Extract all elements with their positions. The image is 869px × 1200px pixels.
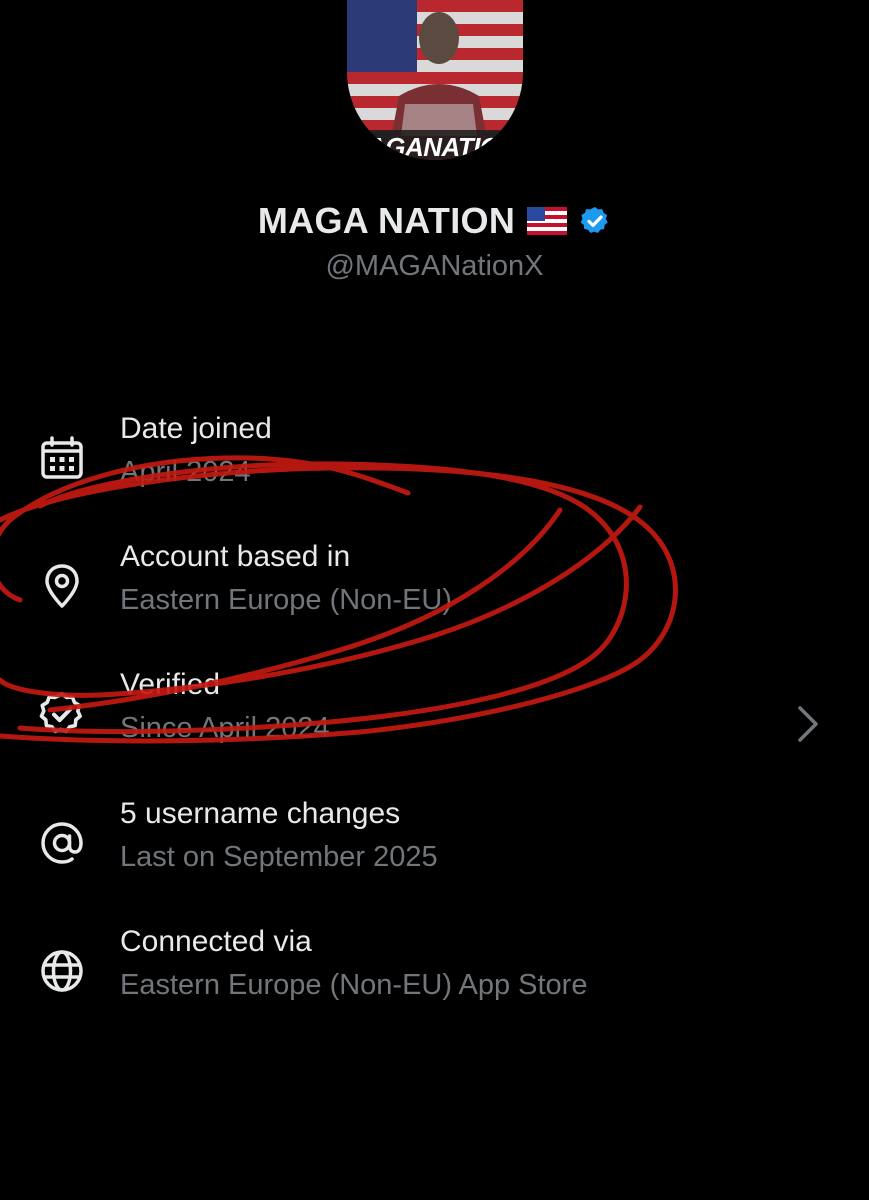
info-title: Account based in	[120, 540, 351, 573]
verified-badge-icon	[38, 690, 86, 738]
avatar-text: AGANATIC	[367, 132, 499, 160]
info-row-username-changes: 5 username changes Last on September 202…	[0, 797, 869, 897]
profile-name-row: MAGA NATION	[0, 200, 869, 242]
profile-handle: @MAGANationX	[325, 250, 544, 282]
info-subtitle: April 2024	[120, 456, 251, 488]
info-row-verified[interactable]: Verified Since April 2024	[0, 668, 869, 768]
at-sign-icon	[38, 819, 86, 867]
chevron-right-icon[interactable]	[792, 702, 824, 746]
info-subtitle: Last on September 2025	[120, 841, 438, 873]
info-subtitle: Since April 2024	[120, 712, 330, 744]
globe-icon	[38, 947, 86, 995]
verified-check-icon[interactable]	[579, 205, 611, 237]
location-pin-icon	[38, 562, 86, 610]
profile-avatar[interactable]: AGANATIC	[347, 0, 523, 160]
us-flag-icon	[527, 207, 568, 235]
info-subtitle: Eastern Europe (Non-EU)	[120, 584, 453, 616]
info-title: Date joined	[120, 412, 272, 445]
info-row-date-joined: Date joined April 2024	[0, 412, 869, 512]
display-name: MAGA NATION	[257, 200, 516, 241]
info-row-connected-via: Connected via Eastern Europe (Non-EU) Ap…	[0, 925, 869, 1025]
info-row-account-based-in: Account based in Eastern Europe (Non-EU)	[0, 540, 869, 640]
info-title: Verified	[120, 668, 221, 701]
info-title: Connected via	[120, 925, 312, 958]
calendar-icon	[38, 434, 86, 482]
info-subtitle: Eastern Europe (Non-EU) App Store	[120, 969, 588, 1001]
info-title: 5 username changes	[120, 797, 401, 830]
